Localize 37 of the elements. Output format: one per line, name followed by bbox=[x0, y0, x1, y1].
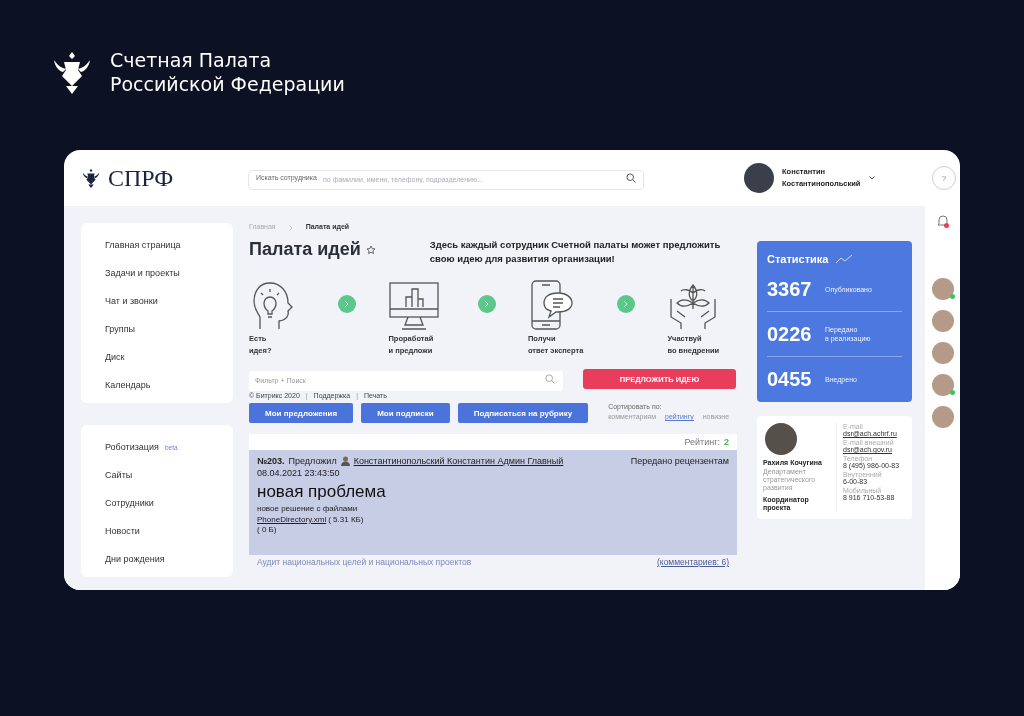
sidebar-item[interactable]: Диск bbox=[105, 343, 233, 371]
idea-status: Передано рецензентам bbox=[630, 456, 729, 466]
file-size: ( 0 Б) bbox=[257, 526, 278, 534]
organization-title: Счетная Палата Российской Федерации bbox=[110, 48, 345, 96]
proposed-label: Предложил bbox=[288, 456, 337, 466]
idea-category: Аудит национальных целей и национальных проектов bbox=[257, 557, 472, 567]
sidebar-item[interactable]: Главная страница bbox=[105, 231, 233, 259]
help-button[interactable]: ? bbox=[932, 166, 956, 190]
stat-value: 0455 bbox=[767, 367, 813, 391]
sidebar-item[interactable]: Группы bbox=[105, 315, 233, 343]
sidebar-item[interactable]: Сайты bbox=[105, 461, 233, 489]
statistics-title: Статистика bbox=[767, 253, 829, 265]
sidebar-item[interactable]: Календарь bbox=[105, 371, 233, 399]
action-button[interactable]: Мои предложения bbox=[249, 403, 354, 423]
sidebar-item[interactable]: Чат и звонки bbox=[105, 287, 233, 315]
page-title: Палата идей bbox=[249, 239, 361, 260]
stat-value: 0226 bbox=[767, 322, 813, 346]
action-button[interactable]: Подписаться на рубрику bbox=[457, 403, 589, 423]
rating-value: 2 bbox=[724, 437, 729, 447]
sidebar-item[interactable]: Задачи и проекты bbox=[105, 259, 233, 287]
sidebar-item[interactable]: Роботизация bbox=[105, 442, 159, 452]
idea-number: №203. bbox=[257, 456, 285, 466]
file-size: ( 5.31 КБ) bbox=[328, 515, 364, 524]
idea-date: 08.04.2021 23:43:50 bbox=[257, 468, 341, 478]
logo-text: СПРФ bbox=[108, 164, 174, 192]
sidebar-item[interactable]: Дни рождения bbox=[105, 545, 233, 573]
sidebar-item[interactable]: Сотрудники bbox=[105, 489, 233, 517]
idea-description: новое решение с файлами bbox=[257, 504, 359, 513]
rating-label: Рейтинг: bbox=[684, 437, 720, 447]
comments-link[interactable]: (комментариев: 6) bbox=[657, 557, 729, 567]
sidebar-item[interactable]: Новости bbox=[105, 517, 233, 545]
stat-value: 3367 bbox=[767, 277, 813, 301]
idea-title: новая проблема bbox=[257, 482, 387, 502]
file-link[interactable]: PhoneDirectory.xml bbox=[257, 515, 327, 524]
intro-text: Здесь каждый сотрудник Счетной палаты может предложить свою идею для развития организации! bbox=[429, 238, 722, 266]
action-button[interactable]: Мои подписки bbox=[361, 403, 450, 423]
author-link[interactable]: Константинопольский Константин Админ Главный bbox=[353, 456, 564, 466]
